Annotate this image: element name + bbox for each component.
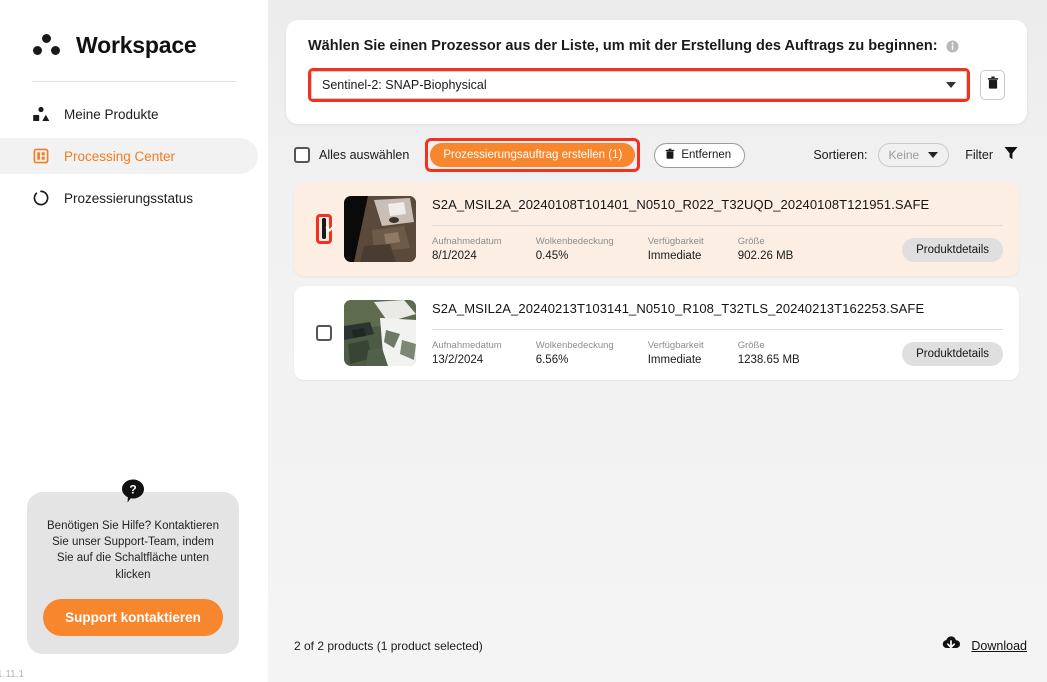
meta-value: 8/1/2024 — [432, 249, 477, 262]
product-list: S2A_MSIL2A_20240108T101401_N0510_R022_T3… — [286, 182, 1027, 380]
satellite-thumbnail-snow-icon — [344, 300, 416, 366]
delete-processor-button[interactable] — [980, 70, 1005, 100]
processor-select-highlight: Sentinel-2: SNAP-Biophysical — [308, 68, 970, 102]
app-root: Workspace Meine Produkte Processing Cent… — [0, 0, 1047, 682]
meta-label: Größe — [737, 339, 765, 351]
processor-select[interactable]: Sentinel-2: SNAP-Biophysical — [311, 71, 967, 99]
meta-label: Verfügbarkeit — [647, 339, 704, 351]
brand: Workspace — [0, 0, 268, 59]
svg-text:?: ? — [129, 482, 136, 496]
info-icon[interactable] — [946, 40, 959, 53]
product-details-button[interactable]: Produktdetails — [902, 341, 1003, 366]
product-meta-row: Aufnahmedatum 13/2/2024 Wolkenbedeckung … — [432, 340, 1003, 366]
product-card[interactable]: S2A_MSIL2A_20240108T101401_N0510_R022_T3… — [294, 182, 1019, 276]
filter-label: Filter — [965, 148, 993, 162]
product-meta-size: Größe 1238.65 MB — [738, 340, 800, 366]
product-meta-date: Aufnahmedatum 8/1/2024 — [432, 236, 502, 262]
sidebar-item-prozessierungsstatus[interactable]: Prozessierungsstatus — [0, 180, 258, 216]
create-job-highlight: Prozessierungsauftrag erstellen (1) — [425, 138, 641, 172]
meta-label: Größe — [737, 235, 765, 247]
meta-label: Wolkenbedeckung — [535, 339, 614, 351]
product-checkbox[interactable] — [322, 218, 326, 239]
select-all-label: Alles auswählen — [319, 148, 410, 162]
help-card: ? Benötigen Sie Hilfe? Kontaktieren Sie … — [27, 479, 239, 654]
meta-value: Immediate — [647, 353, 702, 366]
sidebar-item-meine-produkte[interactable]: Meine Produkte — [0, 96, 258, 132]
product-divider — [432, 328, 1003, 330]
meta-label: Aufnahmedatum — [432, 339, 502, 351]
meta-value: 13/2/2024 — [432, 353, 484, 366]
processing-chip-icon — [32, 147, 50, 165]
product-count-label: 2 of 2 products (1 product selected) — [294, 638, 483, 653]
version-label: 1.11.1 — [0, 669, 25, 680]
trash-icon — [987, 75, 999, 95]
remove-button-label: Entfernen — [681, 149, 732, 161]
meta-label: Aufnahmedatum — [432, 235, 502, 247]
satellite-thumbnail-dark-icon — [344, 196, 416, 262]
create-processing-job-button[interactable]: Prozessierungsauftrag erstellen (1) — [430, 143, 636, 167]
processor-panel-heading: Wählen Sie einen Prozessor aus der Liste… — [308, 38, 1005, 54]
sidebar-item-label: Meine Produkte — [64, 106, 159, 122]
meta-label: Verfügbarkeit — [647, 235, 704, 247]
product-meta-availability: Verfügbarkeit Immediate — [648, 236, 704, 262]
sort-select[interactable]: Keine — [877, 143, 950, 167]
processor-panel-title-text: Wählen Sie einen Prozessor aus der Liste… — [308, 38, 938, 54]
contact-support-button[interactable]: Support kontaktieren — [43, 599, 223, 636]
download-cloud-icon — [941, 635, 961, 656]
product-card[interactable]: S2A_MSIL2A_20240213T103141_N0510_R108_T3… — [294, 286, 1019, 380]
product-checkbox[interactable] — [316, 325, 332, 341]
sidebar-item-processing-center[interactable]: Processing Center — [0, 138, 258, 174]
meta-value: 0.45% — [535, 249, 569, 262]
three-dots-logo-icon — [32, 33, 62, 59]
funnel-icon[interactable] — [1003, 145, 1019, 166]
help-text: Benötigen Sie Hilfe? Kontaktieren Sie un… — [47, 519, 219, 581]
sidebar: Workspace Meine Produkte Processing Cent… — [0, 0, 268, 682]
processor-panel: Wählen Sie einen Prozessor aus der Liste… — [286, 20, 1027, 124]
product-checkbox-highlight — [316, 214, 332, 244]
sidebar-divider — [32, 81, 236, 82]
product-meta-availability: Verfügbarkeit Immediate — [648, 340, 704, 366]
products-icon — [32, 105, 50, 123]
product-checkbox-zone — [304, 214, 344, 244]
main-content: Wählen Sie einen Prozessor aus der Liste… — [268, 0, 1047, 682]
sidebar-item-label: Prozessierungsstatus — [64, 190, 194, 206]
trash-icon — [665, 148, 675, 163]
sidebar-item-label: Processing Center — [64, 148, 176, 164]
processor-select-row: Sentinel-2: SNAP-Biophysical — [308, 68, 1005, 102]
help-card-wrapper: ? Benötigen Sie Hilfe? Kontaktieren Sie … — [27, 479, 239, 654]
select-all-checkbox[interactable] — [294, 147, 310, 163]
meta-value: 6.56% — [535, 353, 569, 366]
meta-value: 1238.65 MB — [737, 353, 800, 366]
sidebar-nav: Meine Produkte Processing Center Prozess… — [0, 96, 268, 216]
product-divider — [432, 224, 1003, 226]
list-toolbar: Alles auswählen Prozessierungsauftrag er… — [286, 124, 1027, 182]
download-link[interactable]: Download — [941, 635, 1027, 656]
question-mark-icon: ? — [119, 478, 147, 506]
product-body: S2A_MSIL2A_20240108T101401_N0510_R022_T3… — [432, 197, 1003, 262]
product-meta-date: Aufnahmedatum 13/2/2024 — [432, 340, 502, 366]
product-meta-cloud: Wolkenbedeckung 6.56% — [536, 340, 614, 366]
product-meta-cloud: Wolkenbedeckung 0.45% — [536, 236, 614, 262]
product-meta-size: Größe 902.26 MB — [738, 236, 794, 262]
product-checkbox-zone — [304, 325, 344, 341]
meta-label: Wolkenbedeckung — [535, 235, 614, 247]
meta-value: 902.26 MB — [737, 249, 794, 262]
toolbar-right: Sortieren: Keine Filter — [813, 143, 1019, 167]
remove-button[interactable]: Entfernen — [654, 142, 746, 168]
list-footer: 2 of 2 products (1 product selected) Dow… — [286, 635, 1027, 656]
product-meta-row: Aufnahmedatum 8/1/2024 Wolkenbedeckung 0… — [432, 236, 1003, 262]
sort-select-value: Keine — [888, 148, 920, 162]
product-details-button[interactable]: Produktdetails — [902, 237, 1003, 262]
meta-value: Immediate — [647, 249, 702, 262]
product-name: S2A_MSIL2A_20240213T103141_N0510_R108_T3… — [432, 300, 925, 316]
chevron-down-icon — [946, 82, 956, 88]
sort-label: Sortieren: — [813, 148, 868, 162]
status-circle-icon — [32, 189, 50, 207]
chevron-down-icon — [928, 152, 939, 158]
processor-select-value: Sentinel-2: SNAP-Biophysical — [322, 78, 487, 92]
brand-title: Workspace — [76, 32, 197, 58]
product-body: S2A_MSIL2A_20240213T103141_N0510_R108_T3… — [432, 301, 1003, 366]
download-label: Download — [971, 638, 1027, 653]
product-name: S2A_MSIL2A_20240108T101401_N0510_R022_T3… — [432, 196, 930, 212]
